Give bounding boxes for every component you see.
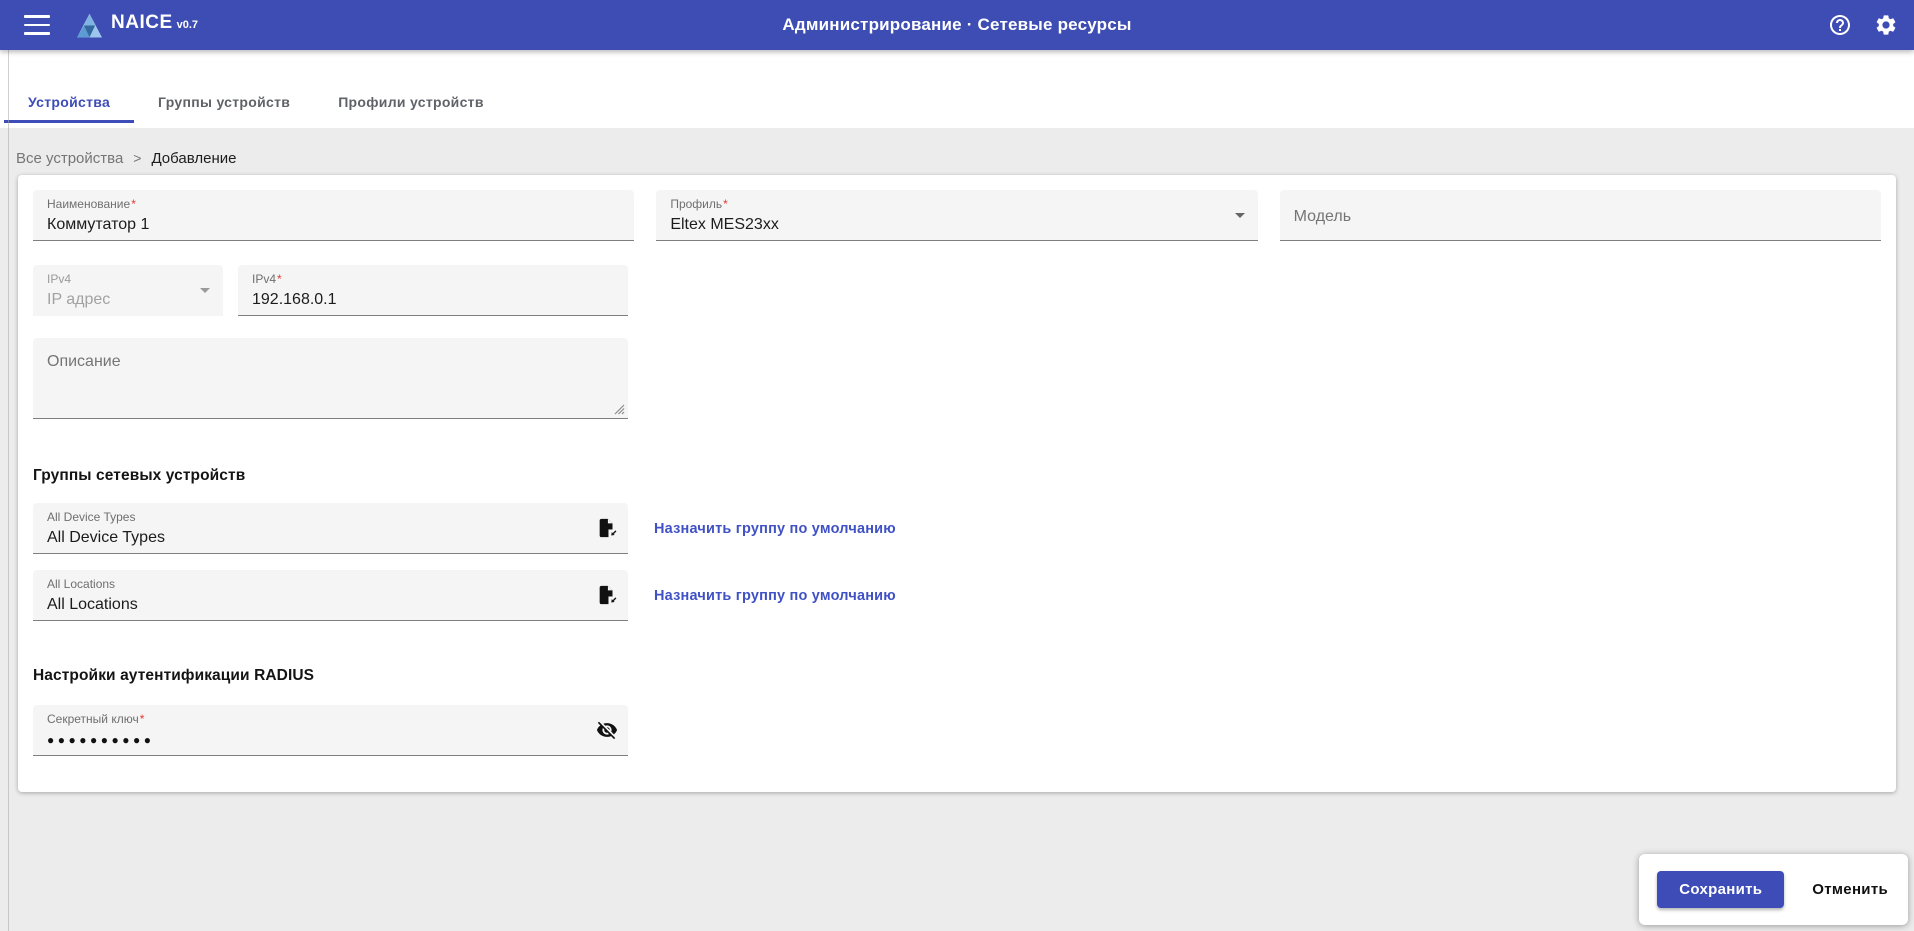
profile-select[interactable]: Профиль* Eltex MES23xx xyxy=(656,190,1257,241)
required-asterisk: * xyxy=(723,197,728,211)
breadcrumb-current: Добавление xyxy=(151,150,236,167)
breadcrumb: Все устройства > Добавление xyxy=(0,128,1914,175)
breadcrumb-separator: > xyxy=(133,150,141,166)
required-asterisk: * xyxy=(277,272,282,286)
chevron-down-icon xyxy=(1235,213,1245,218)
locations-group-field[interactable]: All Locations All Locations xyxy=(33,570,628,621)
brand-name: NAICE xyxy=(111,12,173,34)
secret-key-field[interactable]: Секретный ключ* ●●●●●●●●●● xyxy=(33,705,628,756)
breadcrumb-parent[interactable]: Все устройства xyxy=(16,150,123,167)
resize-handle-icon[interactable] xyxy=(613,403,625,415)
radius-section-title: Настройки аутентификации RADIUS xyxy=(33,667,1881,685)
device-types-group-value: All Device Types xyxy=(47,528,614,547)
document-arrow-icon[interactable] xyxy=(596,584,618,606)
brand-logo[interactable]: NAICE v0.7 xyxy=(76,12,198,39)
ip-type-select-value: IP адрес xyxy=(47,290,209,309)
locations-group-label: All Locations xyxy=(47,577,115,591)
ip-type-select-label: IPv4 xyxy=(47,272,71,286)
gear-icon[interactable] xyxy=(1874,13,1898,37)
device-types-group-field[interactable]: All Device Types All Device Types xyxy=(33,503,628,554)
group-row-locations: All Locations All Locations Назначить гр… xyxy=(33,570,1881,621)
model-field-placeholder: Модель xyxy=(1294,207,1351,226)
page-title: Администрирование · Сетевые ресурсы xyxy=(0,15,1914,35)
device-form-card: Наименование* Коммутатор 1 Профиль* Elte… xyxy=(18,175,1896,792)
required-asterisk: * xyxy=(131,197,136,211)
help-icon[interactable] xyxy=(1828,13,1852,37)
groups-section-title: Группы сетевых устройств xyxy=(33,467,1881,485)
profile-select-value: Eltex MES23xx xyxy=(670,215,1243,234)
profile-select-label: Профиль xyxy=(670,197,722,211)
app-header: NAICE v0.7 Администрирование · Сетевые р… xyxy=(0,0,1914,50)
device-types-group-label: All Device Types xyxy=(47,510,135,524)
description-textarea[interactable]: Описание xyxy=(33,338,628,419)
required-asterisk: * xyxy=(140,712,145,726)
assign-default-group-link[interactable]: Назначить группу по умолчанию xyxy=(654,588,896,604)
save-button[interactable]: Сохранить xyxy=(1657,871,1784,908)
document-arrow-icon[interactable] xyxy=(596,517,618,539)
left-edge-divider xyxy=(8,50,9,931)
ip-type-select[interactable]: IPv4 IP адрес xyxy=(33,265,223,316)
ipv4-field-value: 192.168.0.1 xyxy=(252,290,614,309)
cancel-button[interactable]: Отменить xyxy=(1810,875,1890,904)
tab-bar: Устройства Группы устройств Профили устр… xyxy=(0,50,1914,128)
secret-key-label: Секретный ключ xyxy=(47,712,139,726)
menu-icon[interactable] xyxy=(24,15,50,35)
group-row-device-types: All Device Types All Device Types Назнач… xyxy=(33,503,1881,554)
form-action-bar: Сохранить Отменить xyxy=(1639,854,1908,925)
name-field-value: Коммутатор 1 xyxy=(47,215,620,234)
tab-device-profiles[interactable]: Профили устройств xyxy=(314,76,508,128)
description-placeholder: Описание xyxy=(47,352,614,371)
name-field[interactable]: Наименование* Коммутатор 1 xyxy=(33,190,634,241)
naice-logo-icon xyxy=(76,12,103,39)
chevron-down-icon xyxy=(200,288,210,293)
secret-key-masked-value: ●●●●●●●●●● xyxy=(47,732,614,749)
model-field[interactable]: Модель xyxy=(1280,190,1881,241)
visibility-off-icon[interactable] xyxy=(596,719,618,741)
locations-group-value: All Locations xyxy=(47,595,614,614)
tab-device-groups[interactable]: Группы устройств xyxy=(134,76,314,128)
tab-devices[interactable]: Устройства xyxy=(4,76,134,128)
brand-version: v0.7 xyxy=(177,19,198,31)
ipv4-field-label: IPv4 xyxy=(252,272,276,286)
assign-default-group-link[interactable]: Назначить группу по умолчанию xyxy=(654,521,896,537)
name-field-label: Наименование xyxy=(47,197,130,211)
ipv4-field[interactable]: IPv4* 192.168.0.1 xyxy=(238,265,628,316)
